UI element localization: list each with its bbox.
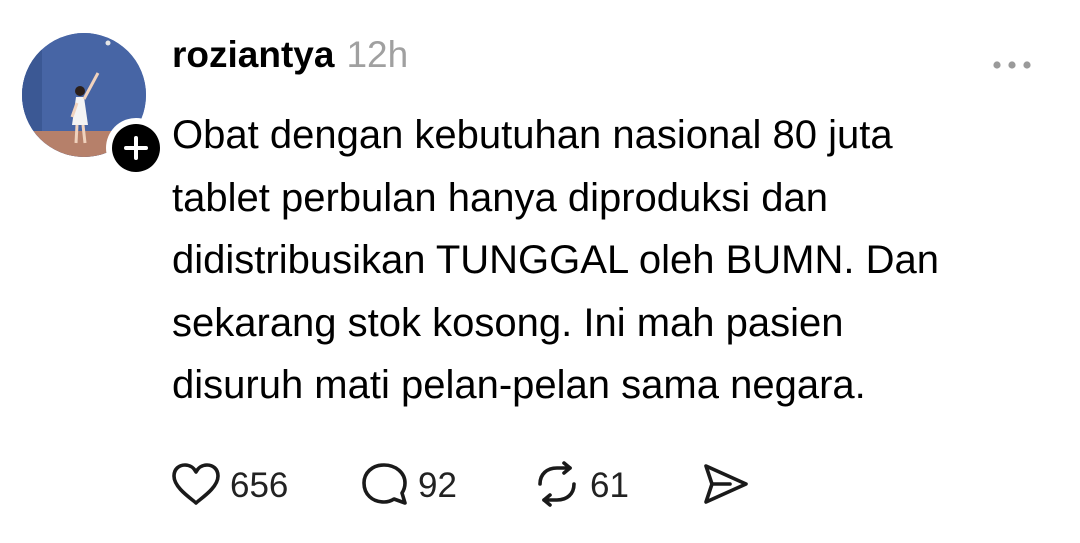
repost-button[interactable]: 61 <box>532 460 629 512</box>
post-text-line: disuruh mati pelan-pelan sama negara. <box>172 363 866 407</box>
post-text: Obat dengan kebutuhan nasional 80 juta t… <box>172 104 1052 417</box>
like-button[interactable]: 656 <box>170 460 288 512</box>
more-button[interactable] <box>992 57 1032 75</box>
share-button[interactable] <box>700 460 750 512</box>
comment-icon <box>360 460 410 513</box>
repost-icon <box>532 460 582 513</box>
comment-count: 92 <box>418 466 457 505</box>
post-header: roziantya 12h <box>172 34 408 76</box>
post-text-line: sekarang stok kosong. Ini mah pasien <box>172 300 844 345</box>
plus-icon <box>112 124 160 172</box>
like-count: 656 <box>230 466 289 505</box>
more-icon <box>992 57 1032 74</box>
post-text-line: didistribusikan TUNGGAL oleh BUMN. Dan <box>172 238 939 282</box>
heart-icon <box>170 461 222 512</box>
comment-button[interactable]: 92 <box>360 460 457 512</box>
avatar-container <box>22 33 166 178</box>
post-text-line: tablet perbulan hanya diproduksi dan <box>172 175 829 220</box>
follow-button[interactable] <box>106 118 166 178</box>
timestamp: 12h <box>346 34 409 75</box>
username[interactable]: roziantya <box>172 34 334 76</box>
repost-count: 61 <box>590 466 629 505</box>
post-text-line: Obat dengan kebutuhan nasional 80 juta <box>172 113 893 157</box>
share-icon <box>700 461 750 512</box>
